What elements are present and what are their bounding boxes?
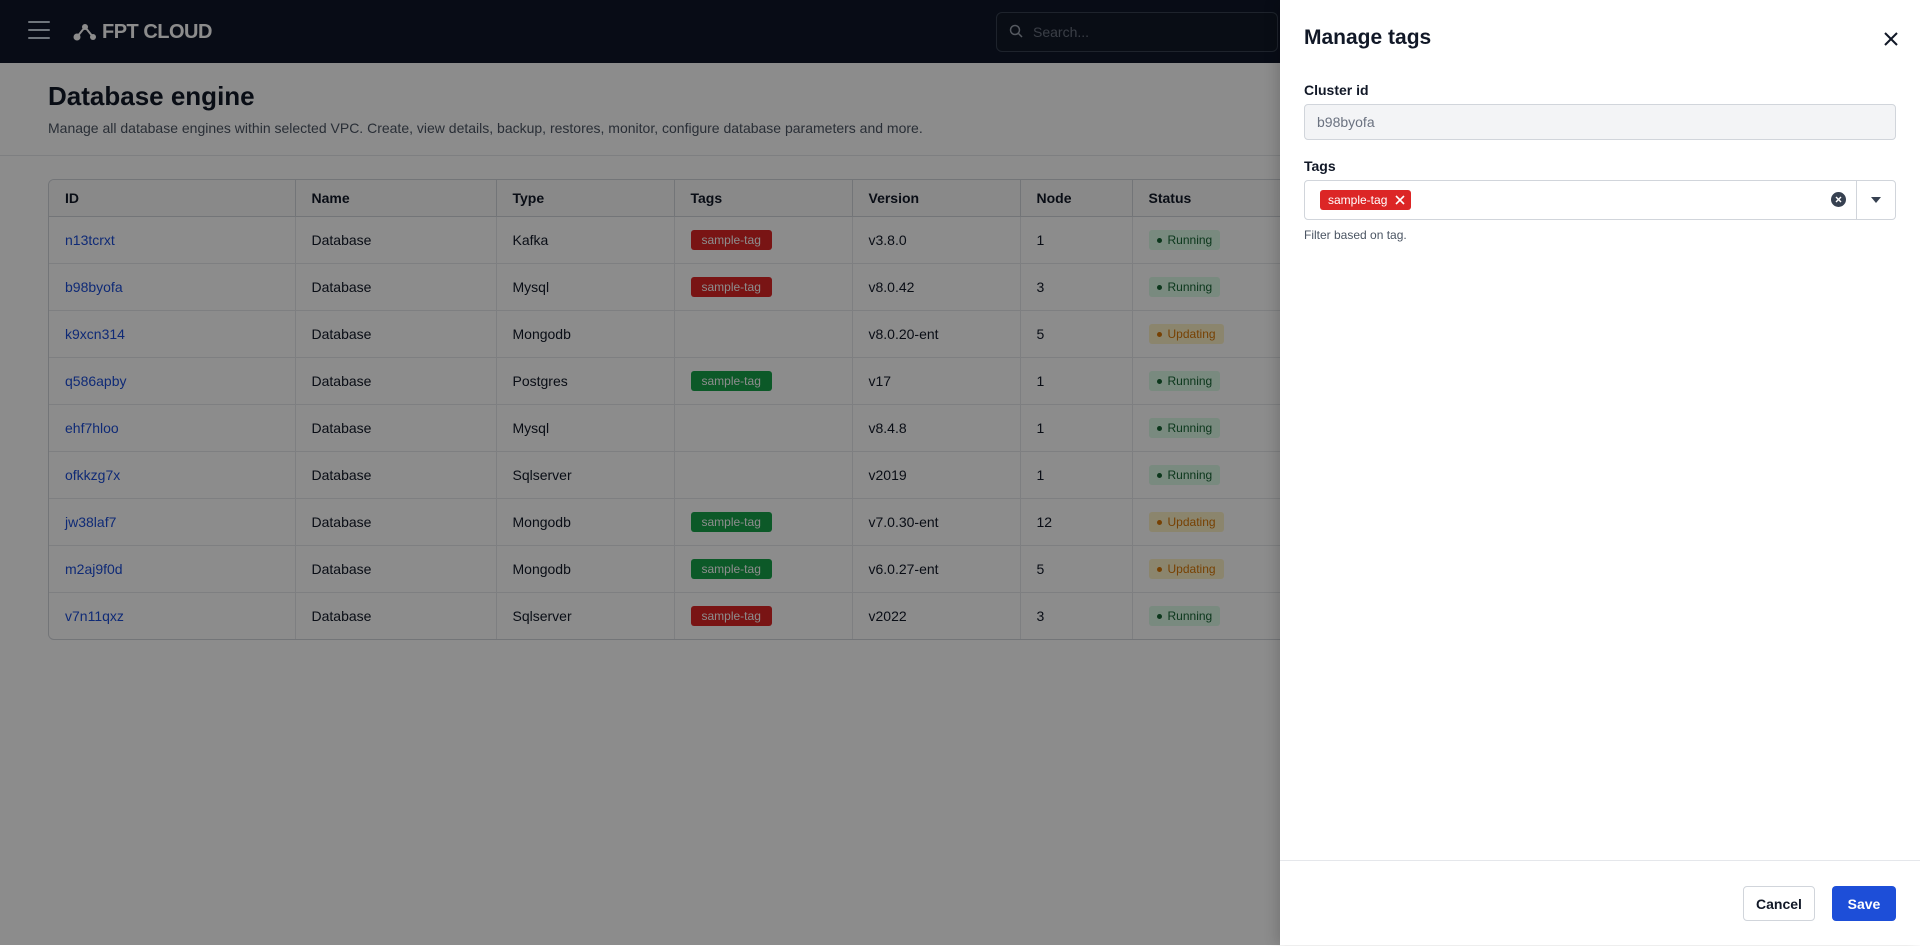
selected-tag-chip: sample-tag bbox=[1320, 190, 1412, 210]
drawer-footer: Cancel Save bbox=[1280, 860, 1920, 946]
dropdown-toggle[interactable] bbox=[1857, 181, 1895, 219]
tags-label: Tags bbox=[1304, 158, 1336, 174]
clear-icon[interactable] bbox=[1831, 192, 1846, 207]
chevron-down-icon bbox=[1871, 197, 1881, 203]
cluster-id-field: b98byofa bbox=[1304, 104, 1896, 140]
tags-help-text: Filter based on tag. bbox=[1304, 228, 1407, 242]
close-icon[interactable] bbox=[1882, 30, 1900, 48]
cluster-id-label: Cluster id bbox=[1304, 82, 1369, 98]
tags-select[interactable]: sample-tag bbox=[1304, 180, 1896, 220]
manage-tags-drawer: Manage tags Cluster id b98byofa Tags sam… bbox=[1280, 0, 1920, 945]
cancel-button[interactable]: Cancel bbox=[1743, 886, 1815, 921]
drawer-title: Manage tags bbox=[1304, 26, 1432, 49]
cluster-id-value: b98byofa bbox=[1317, 114, 1375, 130]
save-button[interactable]: Save bbox=[1832, 886, 1896, 921]
remove-tag-icon[interactable] bbox=[1395, 195, 1405, 205]
selected-tag-label: sample-tag bbox=[1328, 193, 1388, 207]
